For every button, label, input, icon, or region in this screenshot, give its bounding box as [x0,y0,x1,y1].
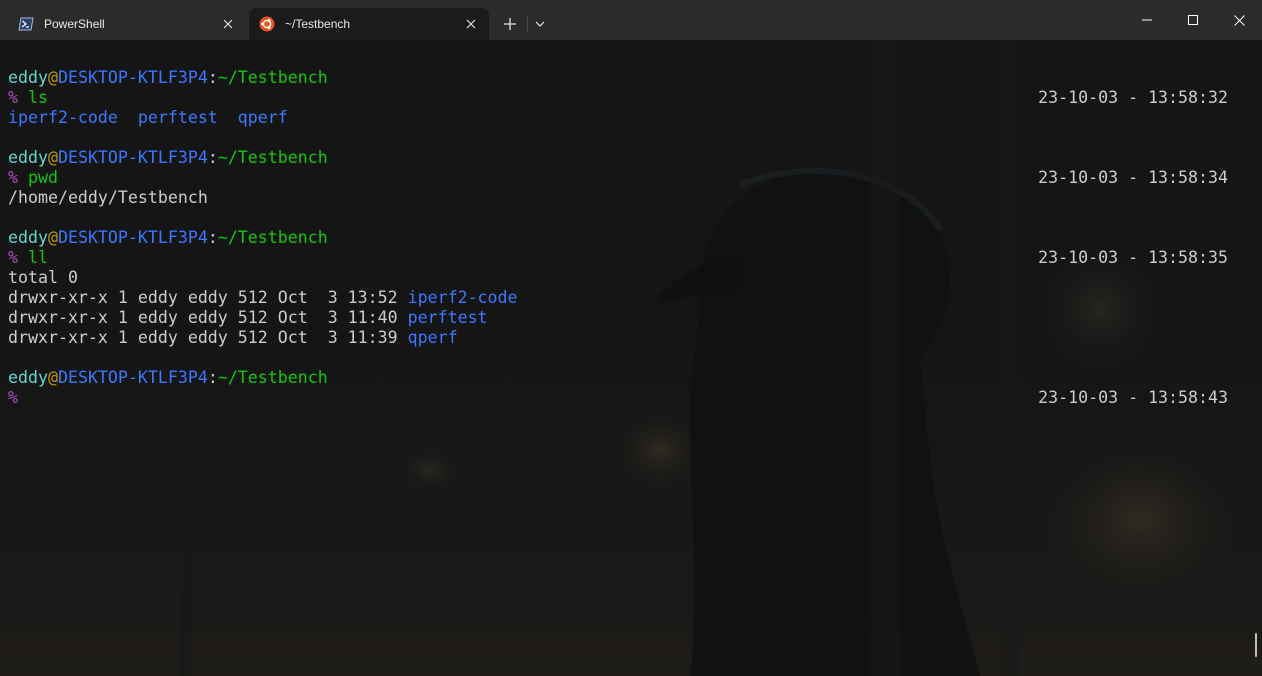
tab-title: ~/Testbench [285,17,351,31]
listing-row: drwxr-xr-x 1 eddy eddy 512 Oct 3 11:39 q… [8,328,1238,348]
output-line: total 0 [8,268,78,287]
prompt-path: ~/Testbench [217,148,328,167]
prompt-colon: : [207,148,218,167]
terminal-window: PowerShell ~/Testbench eddy@DESKTOP-KTLF… [0,0,1262,676]
prompt-path: ~/Testbench [217,368,328,387]
scrollbar-thumb[interactable] [1255,633,1257,657]
prompt-host: DESKTOP-KTLF3P4 [57,228,208,247]
prompt-path: ~/Testbench [217,68,328,87]
prompt-line: eddy@DESKTOP-KTLF3P4:~/Testbench [8,368,1238,388]
prompt-user: eddy [8,148,48,167]
prompt-at: @ [47,68,58,87]
command-text: ls [28,88,48,107]
prompt-line: eddy@DESKTOP-KTLF3P4:~/Testbench [8,228,1238,248]
tab-testbench[interactable]: ~/Testbench [249,8,489,40]
plus-icon [504,18,516,30]
powershell-icon [18,16,34,32]
prompt-host: DESKTOP-KTLF3P4 [57,148,208,167]
command-line[interactable]: % 23-10-03 - 13:58:43 [8,388,1238,408]
prompt-colon: : [207,228,218,247]
output-line: /home/eddy/Testbench [8,188,208,207]
command-text: ll [28,248,48,267]
maximize-icon [1188,15,1198,25]
command-line: % ll 23-10-03 - 13:58:35 [8,248,1238,268]
close-tab-icon[interactable] [455,10,487,38]
tab-divider [527,15,528,33]
prompt-user: eddy [8,368,48,387]
command-line: % pwd 23-10-03 - 13:58:34 [8,168,1238,188]
prompt-colon: : [207,368,218,387]
prompt-host: DESKTOP-KTLF3P4 [57,368,208,387]
close-tab-icon[interactable] [212,10,244,38]
maximize-button[interactable] [1170,0,1216,40]
listing-name: perftest [407,308,488,327]
prompt-user: eddy [8,68,48,87]
listing-meta: drwxr-xr-x 1 eddy eddy 512 Oct 3 11:40 [8,308,408,327]
prompt-line: eddy@DESKTOP-KTLF3P4:~/Testbench [8,148,1238,168]
timestamp: 23-10-03 - 13:58:32 [1038,88,1228,107]
terminal-output: eddy@DESKTOP-KTLF3P4:~/Testbench % ls 23-… [8,68,1238,408]
profile-dropdown-button[interactable] [529,10,551,38]
close-icon [1233,14,1245,26]
listing-meta: drwxr-xr-x 1 eddy eddy 512 Oct 3 11:39 [8,328,408,347]
timestamp: 23-10-03 - 13:58:34 [1038,168,1228,187]
prompt-line: eddy@DESKTOP-KTLF3P4:~/Testbench [8,68,1238,88]
tab-title: PowerShell [44,17,105,31]
close-window-button[interactable] [1216,0,1262,40]
prompt-symbol: % [8,388,18,407]
prompt-at: @ [47,368,58,387]
prompt-at: @ [47,228,58,247]
timestamp: 23-10-03 - 13:58:35 [1038,248,1228,267]
prompt-path: ~/Testbench [217,228,328,247]
prompt-symbol: % [8,168,18,187]
chevron-down-icon [535,21,545,27]
prompt-colon: : [207,68,218,87]
minimize-button[interactable] [1124,0,1170,40]
output-line: iperf2-code perftest qperf [8,108,288,127]
listing-meta: drwxr-xr-x 1 eddy eddy 512 Oct 3 13:52 [8,288,408,307]
prompt-at: @ [47,148,58,167]
listing-name: iperf2-code [407,288,518,307]
tab-bar: PowerShell ~/Testbench [0,0,1262,40]
listing-row: drwxr-xr-x 1 eddy eddy 512 Oct 3 13:52 i… [8,288,1238,308]
prompt-symbol: % [8,88,18,107]
prompt-user: eddy [8,228,48,247]
command-text: pwd [28,168,58,187]
ubuntu-icon [259,16,275,32]
listing-name: qperf [407,328,458,347]
terminal-pane[interactable]: eddy@DESKTOP-KTLF3P4:~/Testbench % ls 23-… [0,40,1262,676]
listing-row: drwxr-xr-x 1 eddy eddy 512 Oct 3 11:40 p… [8,308,1238,328]
command-line: % ls 23-10-03 - 13:58:32 [8,88,1238,108]
prompt-host: DESKTOP-KTLF3P4 [57,68,208,87]
timestamp: 23-10-03 - 13:58:43 [1038,388,1228,407]
prompt-symbol: % [8,248,18,267]
tab-powershell[interactable]: PowerShell [8,8,246,40]
minimize-icon [1142,19,1152,21]
new-tab-button[interactable] [495,10,525,38]
